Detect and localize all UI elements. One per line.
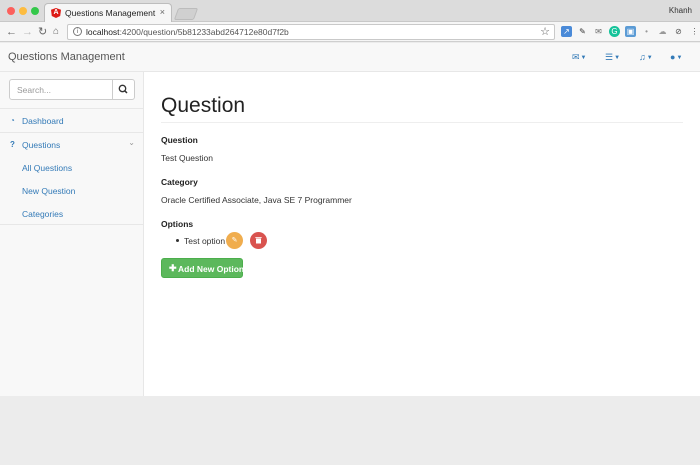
- page: ◔ Dashboard ? Questions ⌄ All Questions …: [0, 72, 700, 396]
- new-tab-button[interactable]: [173, 8, 199, 20]
- tasks-dropdown[interactable]: ☰▼: [605, 52, 620, 63]
- caret-down-icon: ▼: [676, 55, 683, 61]
- caret-down-icon: ▼: [646, 55, 653, 61]
- browser-toolbar: ← → ↻ ⌂ i localhost:4200/question/5b8123…: [0, 22, 700, 42]
- forward-icon[interactable]: →: [22, 25, 33, 39]
- category-value: Oracle Certified Associate, Java SE 7 Pr…: [161, 195, 352, 205]
- url-path: :4200/question/5b81233abd264712e80d7f2b: [119, 27, 289, 37]
- sidebar-item-new-question[interactable]: New Question: [0, 179, 144, 202]
- sidebar-item-all-questions[interactable]: All Questions: [0, 156, 144, 179]
- address-bar[interactable]: i localhost:4200/question/5b81233abd2647…: [67, 24, 555, 40]
- page-title: Question: [161, 94, 246, 117]
- user-icon: ●: [670, 52, 676, 62]
- envelope-icon: ✉: [572, 52, 580, 62]
- extension-mail-icon[interactable]: ✉: [593, 26, 604, 37]
- trash-icon: [255, 237, 262, 244]
- app-brand[interactable]: Questions Management: [8, 51, 125, 63]
- category-label: Category: [161, 177, 198, 187]
- sidebar-divider: [0, 224, 144, 225]
- close-window-button[interactable]: [7, 7, 15, 15]
- sidebar-item-questions[interactable]: ? Questions ⌄: [0, 133, 144, 156]
- alerts-dropdown[interactable]: ♫▼: [639, 52, 653, 62]
- add-new-option-label: Add New Option: [178, 263, 245, 274]
- question-icon: ?: [10, 140, 15, 149]
- edit-option-button[interactable]: ✎: [226, 232, 243, 249]
- tab-title: Questions Management: [65, 8, 156, 18]
- option-text: Test option: [184, 236, 226, 246]
- search-input[interactable]: [9, 79, 113, 100]
- browser-tab[interactable]: A Questions Management ×: [44, 3, 172, 22]
- question-label: Question: [161, 135, 198, 145]
- sidebar-item-label: All Questions: [22, 163, 73, 173]
- sidebar-item-categories[interactable]: Categories: [0, 202, 144, 225]
- sidebar-item-label: Questions: [22, 140, 61, 150]
- list-bullet: [176, 239, 179, 242]
- title-divider: [161, 122, 683, 123]
- dashboard-icon: ◔: [10, 116, 15, 125]
- messages-dropdown[interactable]: ✉▼: [572, 52, 587, 63]
- browser-titlebar: A Questions Management × Khanh: [0, 0, 700, 22]
- extension-chart-icon[interactable]: ↗: [561, 26, 572, 37]
- minimize-window-button[interactable]: [19, 7, 27, 15]
- add-new-option-button[interactable]: ✚ Add New Option: [161, 258, 245, 278]
- delete-option-button[interactable]: [250, 232, 267, 249]
- app-navbar: Questions Management ✉▼ ☰▼ ♫▼ ●▼: [0, 43, 700, 72]
- back-icon[interactable]: ←: [6, 25, 17, 39]
- extension-tag-icon[interactable]: •: [641, 26, 652, 37]
- chevron-down-icon: ⌄: [128, 138, 135, 147]
- browser-profile-name[interactable]: Khanh: [669, 6, 692, 15]
- bookmark-star-icon[interactable]: ☆: [540, 25, 550, 38]
- info-icon[interactable]: i: [73, 27, 82, 36]
- extension-grammarly-icon[interactable]: G: [609, 26, 620, 37]
- extension-screen-icon[interactable]: ▣: [625, 26, 636, 37]
- url-host: localhost: [86, 27, 120, 37]
- sidebar-search: [9, 79, 135, 100]
- home-icon[interactable]: ⌂: [53, 25, 59, 39]
- sidebar: ◔ Dashboard ? Questions ⌄ All Questions …: [0, 72, 144, 396]
- bell-icon: ♫: [639, 52, 646, 62]
- question-value: Test Question: [161, 153, 213, 163]
- caret-down-icon: ▼: [614, 55, 621, 61]
- sidebar-item-label: Dashboard: [22, 116, 64, 126]
- search-icon: [118, 84, 128, 94]
- angular-icon: A: [51, 8, 61, 18]
- tab-close-icon[interactable]: ×: [160, 7, 165, 17]
- url-text: localhost:4200/question/5b81233abd264712…: [86, 27, 289, 37]
- browser-menu-icon[interactable]: ⋮: [689, 26, 700, 37]
- extension-block-icon[interactable]: ⊘: [673, 26, 684, 37]
- sidebar-item-label: Categories: [22, 209, 64, 219]
- user-dropdown[interactable]: ●▼: [670, 52, 682, 62]
- sidebar-item-dashboard[interactable]: ◔ Dashboard: [0, 109, 144, 132]
- search-button[interactable]: [112, 79, 135, 100]
- tasks-icon: ☰: [605, 52, 614, 62]
- options-label: Options: [161, 219, 194, 229]
- edit-icon: ✎: [231, 237, 238, 244]
- maximize-window-button[interactable]: [31, 7, 39, 15]
- extension-cloud-icon[interactable]: ☁: [657, 26, 668, 37]
- plus-icon: ✚: [169, 263, 177, 273]
- reload-icon[interactable]: ↻: [38, 25, 47, 39]
- extension-eyedropper-icon[interactable]: ✎: [577, 26, 588, 37]
- caret-down-icon: ▼: [580, 55, 587, 61]
- sidebar-item-label: New Question: [22, 186, 76, 196]
